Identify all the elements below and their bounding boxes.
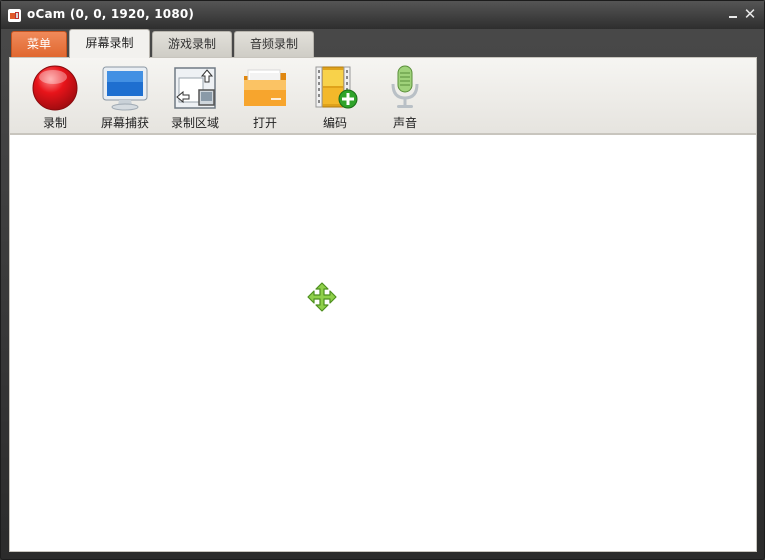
- sound-label: 声音: [392, 116, 417, 130]
- microphone-icon: [381, 64, 429, 112]
- resize-area-icon: [171, 64, 219, 112]
- window-title: oCam (0, 0, 1920, 1080): [27, 7, 195, 21]
- toolbar: 录制 屏幕捕获 录制区域 打开 编码 声音: [9, 57, 757, 134]
- ocam-window: oCam (0, 0, 1920, 1080) ✕ 菜单 屏幕录制 游戏录制 音…: [0, 0, 765, 560]
- record-area-button[interactable]: 录制区域: [160, 64, 230, 132]
- close-button[interactable]: ✕: [742, 6, 758, 22]
- film-add-icon: [311, 64, 359, 112]
- tab-screen-record[interactable]: 屏幕录制: [69, 29, 150, 58]
- tab-audio-record[interactable]: 音频录制: [234, 31, 314, 57]
- record-button[interactable]: 录制: [20, 64, 90, 132]
- encoding-label: 编码: [322, 116, 347, 130]
- record-label: 录制: [42, 116, 67, 130]
- folder-icon: [241, 64, 289, 112]
- tab-game-record[interactable]: 游戏录制: [152, 31, 232, 57]
- sound-button[interactable]: 声音: [370, 64, 440, 132]
- record-icon: [31, 64, 79, 112]
- title-bar[interactable]: oCam (0, 0, 1920, 1080) ✕: [1, 1, 764, 29]
- encoding-button[interactable]: 编码: [300, 64, 370, 132]
- record-area-label: 录制区域: [170, 116, 219, 130]
- move-icon[interactable]: [307, 282, 337, 312]
- app-icon: [8, 9, 21, 22]
- minimize-button[interactable]: [725, 6, 741, 22]
- screen-capture-label: 屏幕捕获: [100, 116, 149, 130]
- close-icon: ✕: [743, 5, 757, 23]
- open-label: 打开: [252, 116, 277, 130]
- screen-capture-button[interactable]: 屏幕捕获: [90, 64, 160, 132]
- monitor-icon: [101, 64, 149, 112]
- minimize-icon: [729, 16, 737, 18]
- capture-region[interactable]: [9, 134, 757, 552]
- open-button[interactable]: 打开: [230, 64, 300, 132]
- tab-bar: 菜单 屏幕录制 游戏录制 音频录制: [9, 29, 757, 58]
- tab-menu[interactable]: 菜单: [11, 31, 67, 57]
